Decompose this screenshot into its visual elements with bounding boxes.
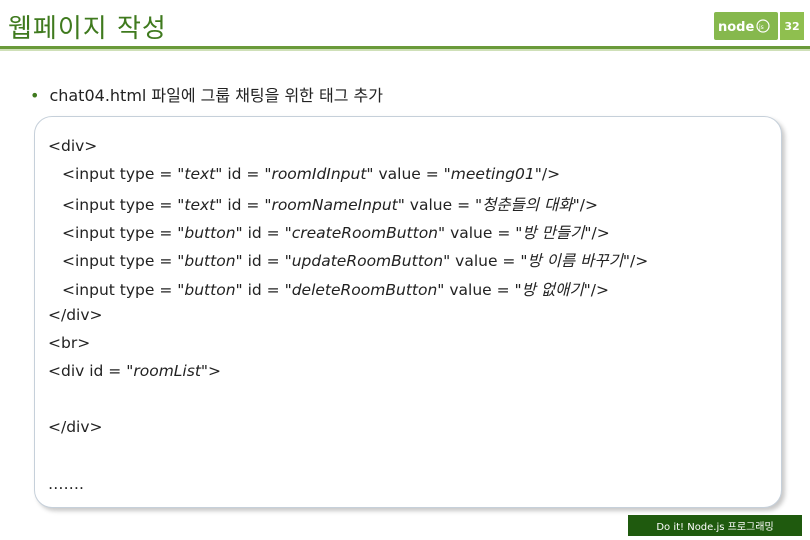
slide-title: 웹페이지 작성 xyxy=(8,14,167,44)
page-number: 32 xyxy=(780,12,804,40)
code-ellipsis: ……. xyxy=(48,475,84,493)
code-line-room-id-input: <input type = "text" id = "roomIdInput" … xyxy=(62,165,561,183)
code-br: <br> xyxy=(48,334,91,352)
code-line-room-name-input: <input type = "text" id = "roomNameInput… xyxy=(62,196,598,214)
logo-text: node xyxy=(718,20,754,35)
code-line-create-room-button: <input type = "button" id = "createRoomB… xyxy=(62,224,610,242)
code-line-update-room-button: <input type = "button" id = "updateRoomB… xyxy=(62,252,649,270)
code-div-close: </div> xyxy=(48,306,103,324)
code-div-room-list-close: </div> xyxy=(48,418,103,436)
footer-book-title: Do it! Node.js 프로그래밍 xyxy=(628,515,802,536)
code-div-room-list: <div id = "roomList"> xyxy=(48,362,222,380)
nodejs-logo: node js xyxy=(714,12,778,40)
bullet-item: • chat04.html 파일에 그룹 채팅을 위한 태그 추가 xyxy=(30,82,383,106)
logo-suffix: js xyxy=(758,24,764,31)
code-box: <div> <input type = "text" id = "roomIdI… xyxy=(34,116,782,508)
bullet-icon: • xyxy=(30,86,40,105)
code-line-delete-room-button: <input type = "button" id = "deleteRoomB… xyxy=(62,281,609,299)
bullet-text: chat04.html 파일에 그룹 채팅을 위한 태그 추가 xyxy=(49,86,383,105)
title-divider-light xyxy=(0,49,810,51)
code-div-open: <div> xyxy=(48,137,98,155)
nodejs-logo-icon: node js xyxy=(718,19,770,35)
